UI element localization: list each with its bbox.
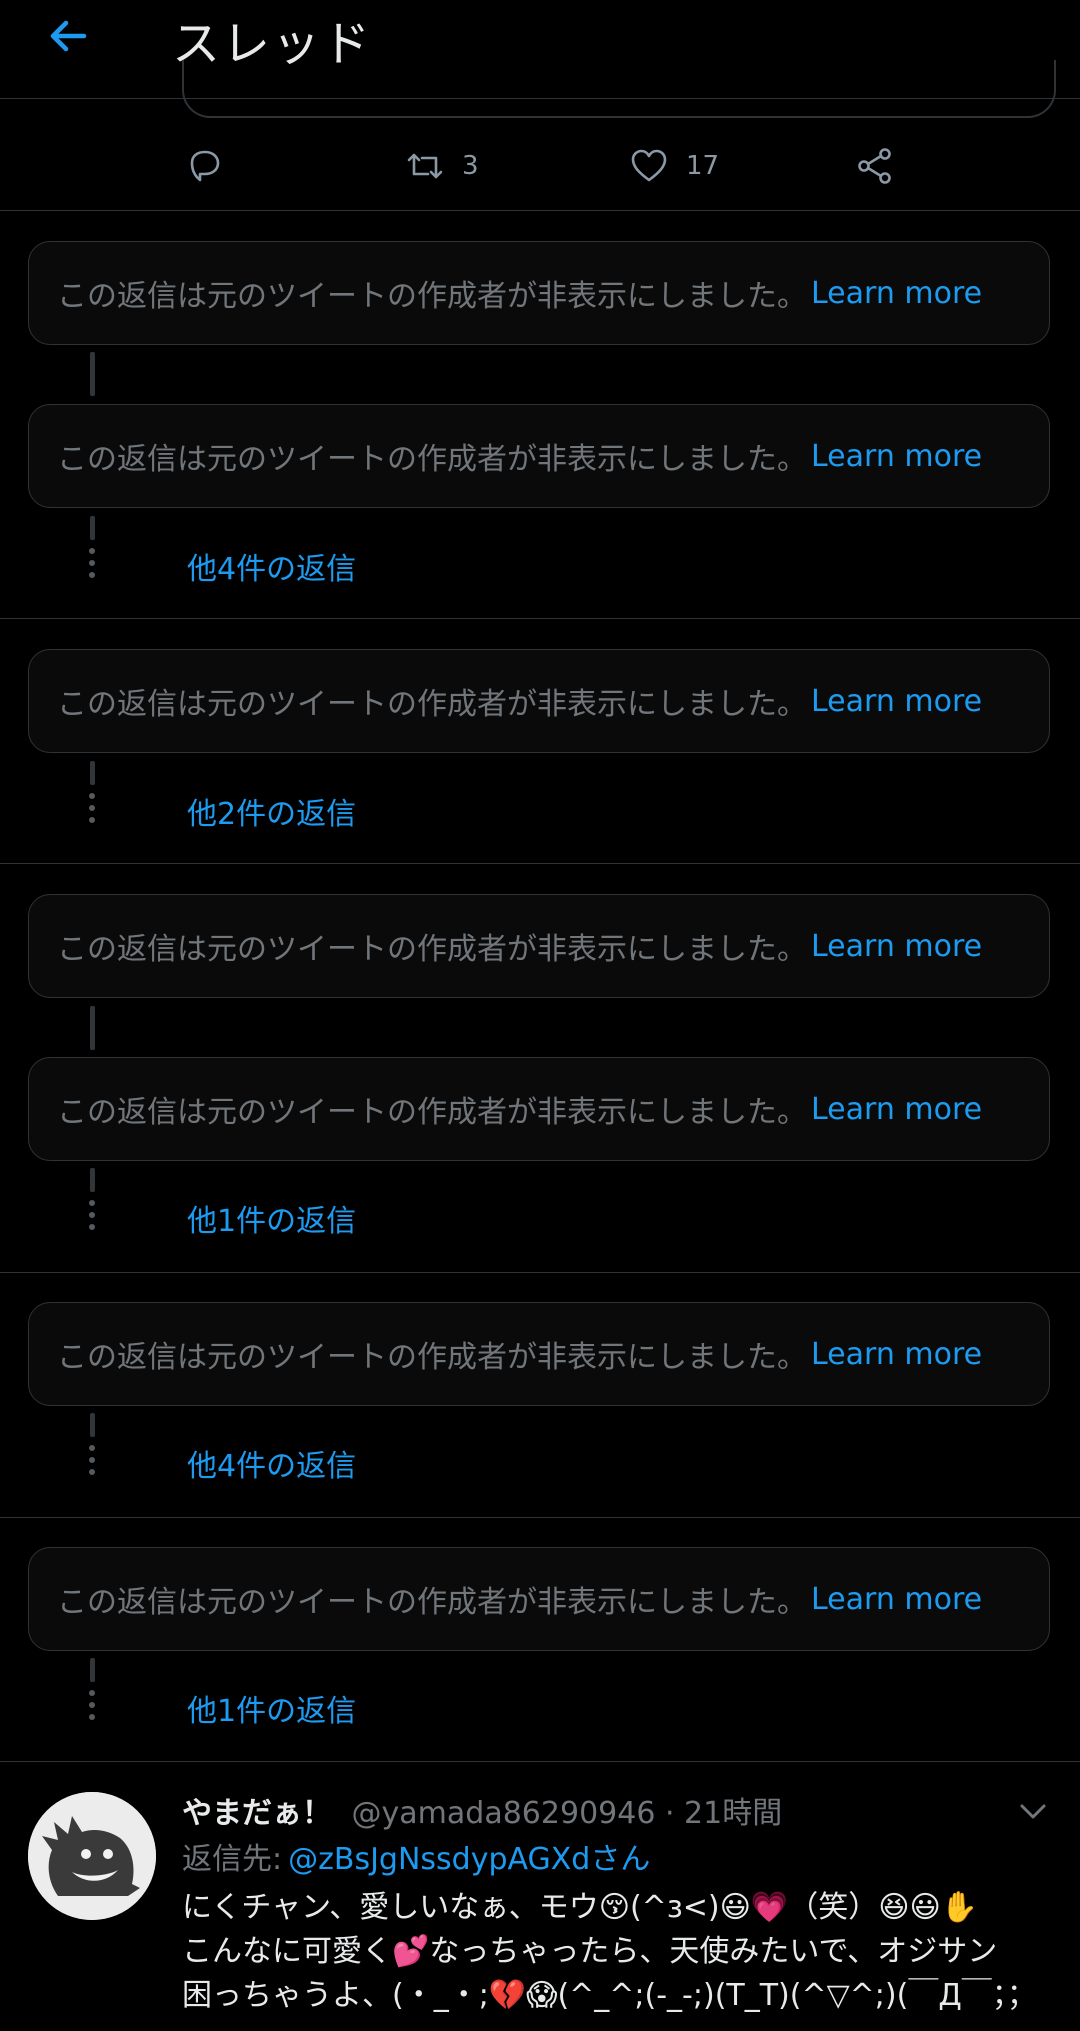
- hidden-reply-notice: この返信は元のツイートの作成者が非表示にしました。 Learn more: [28, 404, 1050, 508]
- divider: [0, 618, 1080, 619]
- avatar[interactable]: [28, 1792, 156, 1920]
- more-replies-link[interactable]: 他4件の返信: [187, 1441, 356, 1485]
- thread-line: [90, 1413, 95, 1437]
- quoted-card-edge: [182, 60, 1056, 118]
- learn-more-link[interactable]: Learn more: [811, 439, 982, 474]
- divider: [0, 1272, 1080, 1273]
- reply-to-user[interactable]: @zBsJgNssdypAGXdさん: [288, 1842, 650, 1877]
- reply-button[interactable]: [186, 144, 224, 188]
- more-replies-link[interactable]: 他1件の返信: [187, 1686, 356, 1730]
- retweet-icon: [407, 153, 443, 179]
- reply-to: 返信先: @zBsJgNssdypAGXdさん: [182, 1834, 650, 1878]
- hidden-reply-text: この返信は元のツイートの作成者が非表示にしました。: [57, 1585, 807, 1620]
- share-button[interactable]: [856, 144, 894, 188]
- retweet-count: 3: [462, 151, 479, 181]
- user-handle-time: @yamada86290946 · 21時間: [351, 1796, 783, 1831]
- hidden-reply-notice: この返信は元のツイートの作成者が非表示にしました。 Learn more: [28, 1547, 1050, 1651]
- thread-line: [90, 761, 95, 785]
- learn-more-link[interactable]: Learn more: [811, 1337, 982, 1372]
- hidden-reply-notice: この返信は元のツイートの作成者が非表示にしました。 Learn more: [28, 1302, 1050, 1406]
- thread-line: [90, 1168, 95, 1192]
- tweet-header: やまだぁ！ @yamada86290946 · 21時間: [182, 1788, 782, 1832]
- thread-line: [90, 1006, 95, 1050]
- more-replies-link[interactable]: 他1件の返信: [187, 1196, 356, 1240]
- learn-more-link[interactable]: Learn more: [811, 684, 982, 719]
- hidden-reply-text: この返信は元のツイートの作成者が非表示にしました。: [57, 1340, 807, 1375]
- hidden-reply-text: この返信は元のツイートの作成者が非表示にしました。: [57, 1095, 807, 1130]
- learn-more-link[interactable]: Learn more: [811, 1582, 982, 1617]
- hidden-reply-text: この返信は元のツイートの作成者が非表示にしました。: [57, 932, 807, 967]
- tweet-action-bar: 3 17: [0, 118, 1080, 211]
- learn-more-link[interactable]: Learn more: [811, 1092, 982, 1127]
- hidden-reply-notice: この返信は元のツイートの作成者が非表示にしました。 Learn more: [28, 241, 1050, 345]
- thread-line: [90, 352, 95, 396]
- learn-more-link[interactable]: Learn more: [811, 276, 982, 311]
- hidden-reply-notice: この返信は元のツイートの作成者が非表示にしました。 Learn more: [28, 649, 1050, 753]
- tweet-text-line: にくチャン、愛しいなぁ、モウ😚(^з<)😃💗（笑）😆😃✋: [182, 1890, 979, 1925]
- more-replies-link[interactable]: 他4件の返信: [187, 544, 356, 588]
- ghost-avatar-icon: [28, 1792, 156, 1920]
- dots-icon: [88, 1200, 96, 1236]
- thread-line: [90, 1658, 95, 1682]
- retweet-button[interactable]: 3: [406, 144, 479, 188]
- user-name[interactable]: やまだぁ！: [182, 1796, 332, 1831]
- dots-icon: [88, 1445, 96, 1481]
- divider: [0, 1517, 1080, 1518]
- dots-icon: [88, 548, 96, 584]
- more-replies-link[interactable]: 他2件の返信: [187, 789, 356, 833]
- like-button[interactable]: 17: [630, 144, 719, 188]
- back-arrow-icon[interactable]: [44, 12, 92, 60]
- tweet-text-line: 困っちゃうよ、(・_・;💔😱(^_^;(-_-;)(T_T)(^▽^;)(￣Д￣…: [182, 1978, 1037, 2013]
- divider: [0, 863, 1080, 864]
- share-icon: [858, 148, 891, 184]
- chevron-down-icon[interactable]: [1016, 1794, 1050, 1828]
- tweet-text-line: こんなに可愛く💕なっちゃったら、天使みたいで、オジサン: [182, 1934, 998, 1969]
- like-count: 17: [686, 151, 720, 181]
- like-icon: [631, 149, 667, 182]
- reply-to-label: 返信先:: [182, 1842, 283, 1877]
- reply-icon: [190, 150, 220, 182]
- divider: [0, 1761, 1080, 1762]
- hidden-reply-text: この返信は元のツイートの作成者が非表示にしました。: [57, 279, 807, 314]
- dots-icon: [88, 793, 96, 829]
- hidden-reply-text: この返信は元のツイートの作成者が非表示にしました。: [57, 442, 807, 477]
- hidden-reply-text: この返信は元のツイートの作成者が非表示にしました。: [57, 687, 807, 722]
- hidden-reply-notice: この返信は元のツイートの作成者が非表示にしました。 Learn more: [28, 894, 1050, 998]
- thread-line: [90, 516, 95, 540]
- learn-more-link[interactable]: Learn more: [811, 929, 982, 964]
- dots-icon: [88, 1690, 96, 1726]
- hidden-reply-notice: この返信は元のツイートの作成者が非表示にしました。 Learn more: [28, 1057, 1050, 1161]
